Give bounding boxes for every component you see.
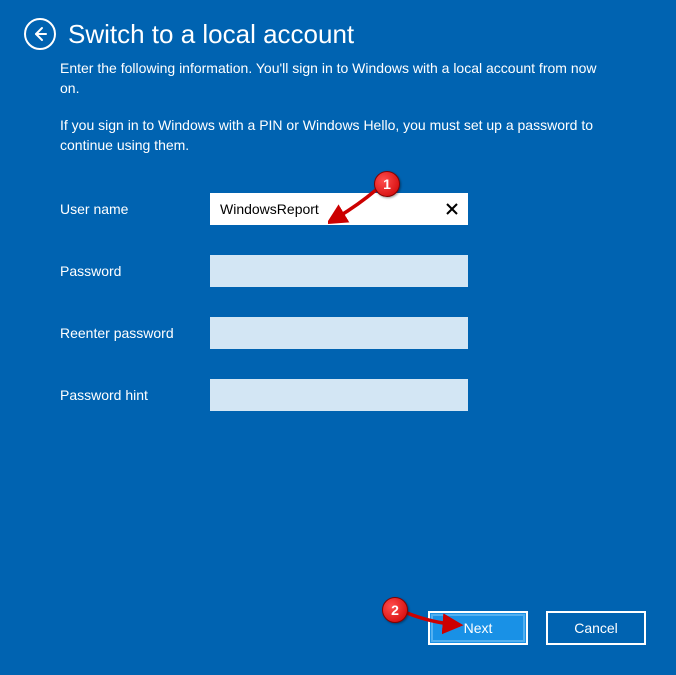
info-text: If you sign in to Windows with a PIN or …	[60, 115, 616, 156]
clear-input-button[interactable]	[442, 199, 462, 219]
arrow-left-icon	[32, 26, 48, 42]
reenter-password-input[interactable]	[210, 317, 468, 349]
password-hint-input[interactable]	[210, 379, 468, 411]
back-button[interactable]	[24, 18, 56, 50]
password-label: Password	[60, 263, 210, 279]
annotation-arrow-2	[402, 605, 470, 635]
subtitle-text: Enter the following information. You'll …	[60, 58, 616, 99]
page-title: Switch to a local account	[68, 19, 354, 50]
reenter-password-label: Reenter password	[60, 325, 210, 341]
username-label: User name	[60, 201, 210, 217]
password-input[interactable]	[210, 255, 468, 287]
password-hint-label: Password hint	[60, 387, 210, 403]
annotation-marker-2: 2	[382, 597, 408, 623]
annotation-marker-1: 1	[374, 171, 400, 197]
close-icon	[445, 202, 459, 216]
cancel-button[interactable]: Cancel	[546, 611, 646, 645]
